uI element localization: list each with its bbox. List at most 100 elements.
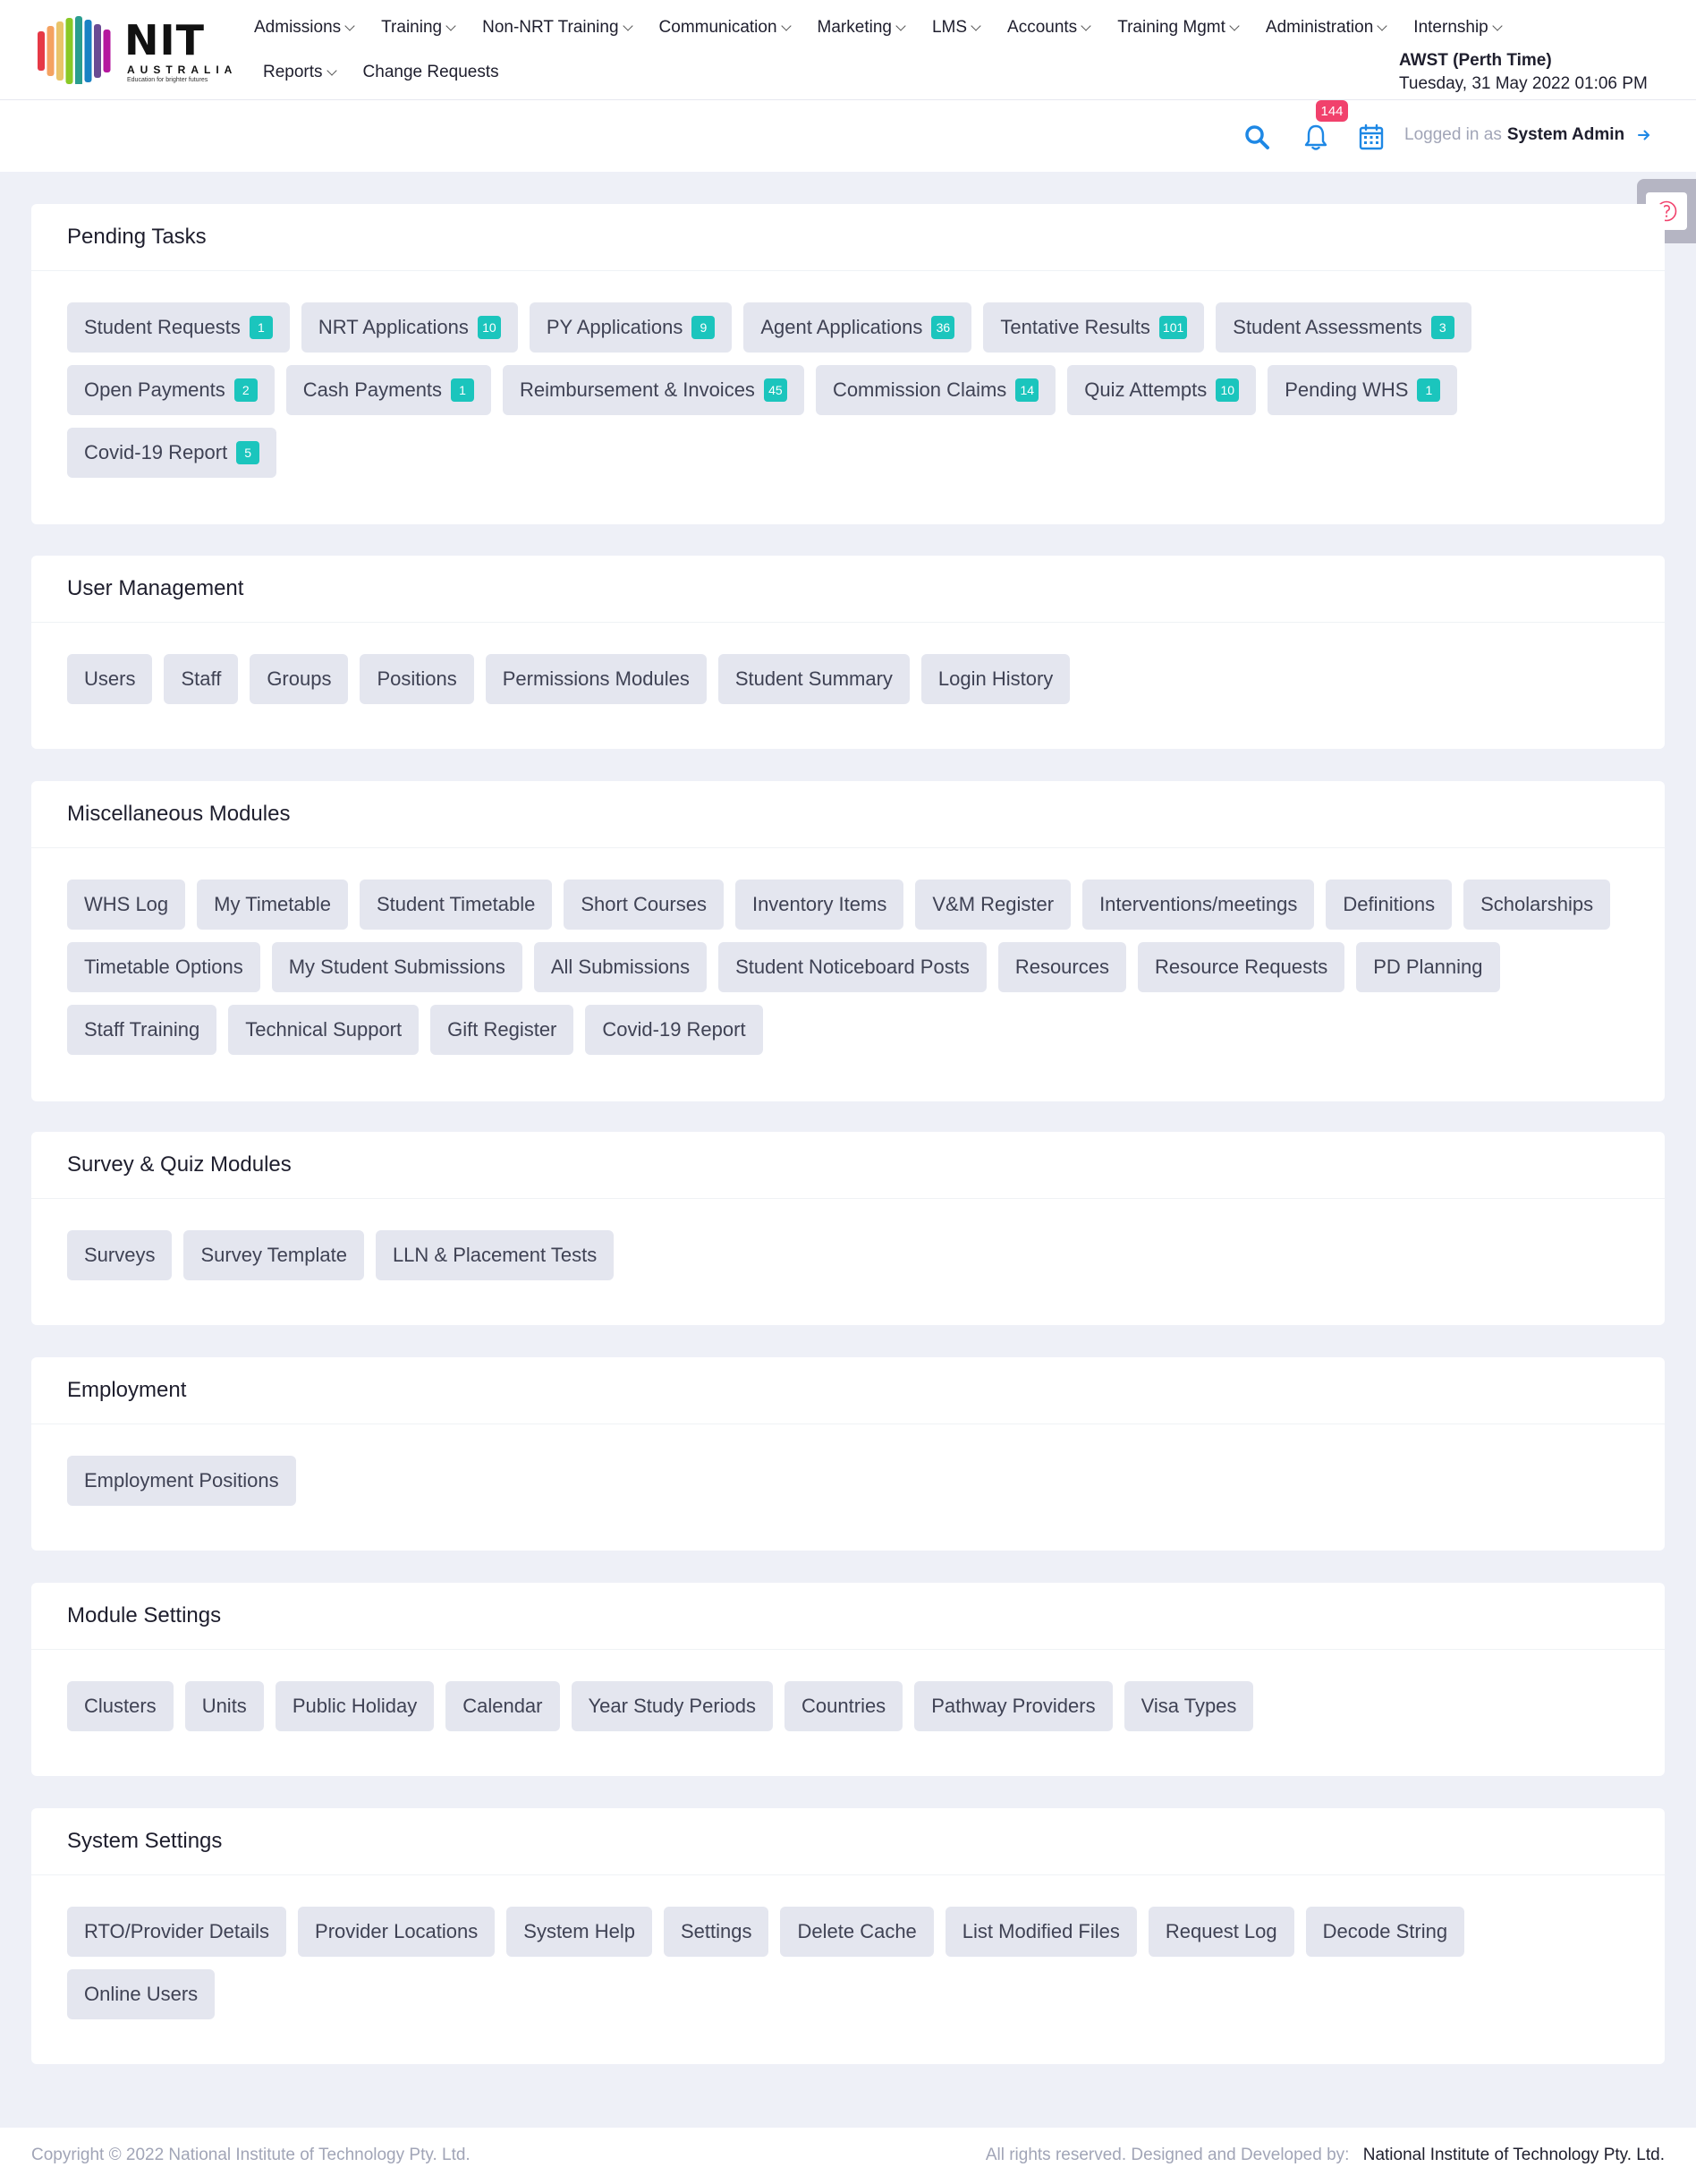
section-links: Surveys Survey Template LLN & Placement Te…: [31, 1199, 1665, 1293]
nav-item-admissions[interactable]: Admissions: [254, 18, 355, 38]
link-resources[interactable]: Resources: [997, 942, 1126, 992]
link-commission-claims[interactable]: Commission Claims 14: [815, 365, 1056, 415]
link-covid-19-report[interactable]: Covid-19 Report: [585, 1005, 763, 1055]
nav-item-training[interactable]: Training: [381, 18, 456, 38]
nav-item-reports[interactable]: Reports: [263, 63, 337, 82]
link-lln-and-placement-tests[interactable]: LLN & Placement Tests: [375, 1230, 615, 1280]
link-resource-requests[interactable]: Resource Requests: [1137, 942, 1345, 992]
nav-item-change-requests[interactable]: Change Requests: [363, 63, 499, 82]
link-interventions-meetings[interactable]: Interventions/meetings: [1082, 880, 1315, 930]
link-nrt-applications[interactable]: NRT Applications 10: [301, 302, 518, 353]
link-employment-positions[interactable]: Employment Positions: [67, 1456, 296, 1506]
link-pd-planning[interactable]: PD Planning: [1356, 942, 1500, 992]
link-my-timetable[interactable]: My Timetable: [197, 880, 348, 930]
link-student-timetable[interactable]: Student Timetable: [359, 880, 553, 930]
link-label: Reimbursement & Invoices: [520, 378, 755, 401]
link-cash-payments[interactable]: Cash Payments 1: [285, 365, 492, 415]
link-label: Resource Requests: [1154, 956, 1328, 978]
link-covid-19-report[interactable]: Covid-19 Report 5: [67, 428, 277, 478]
link-login-history[interactable]: Login History: [920, 654, 1071, 704]
link-label: Scholarships: [1480, 893, 1594, 915]
link-student-noticeboard-posts[interactable]: Student Noticeboard Posts: [718, 942, 987, 992]
notifications-button[interactable]: [1301, 122, 1331, 152]
logo-bar: [38, 31, 45, 71]
link-label: List Modified Files: [962, 1920, 1120, 1942]
link-my-student-submissions[interactable]: My Student Submissions: [271, 942, 522, 992]
link-vandm-register[interactable]: V&M Register: [915, 880, 1072, 930]
count-badge: 5: [236, 441, 260, 464]
link-online-users[interactable]: Online Users: [67, 1969, 216, 2019]
link-groups[interactable]: Groups: [250, 654, 349, 704]
link-pending-whs[interactable]: Pending WHS 1: [1268, 365, 1458, 415]
calendar-icon: [1359, 123, 1384, 150]
nav-item-marketing[interactable]: Marketing: [818, 18, 906, 38]
link-positions[interactable]: Positions: [360, 654, 474, 704]
link-reimbursement-and-invoices[interactable]: Reimbursement & Invoices 45: [503, 365, 804, 415]
link-surveys[interactable]: Surveys: [67, 1230, 173, 1280]
search-button[interactable]: [1242, 122, 1272, 152]
link-rto-provider-details[interactable]: RTO/Provider Details: [67, 1907, 287, 1957]
link-tentative-results[interactable]: Tentative Results 101: [983, 302, 1205, 353]
link-all-submissions[interactable]: All Submissions: [533, 942, 708, 992]
link-scholarships[interactable]: Scholarships: [1463, 880, 1611, 930]
count-badge: 2: [233, 378, 258, 402]
link-staff-training[interactable]: Staff Training: [67, 1005, 217, 1055]
link-definitions[interactable]: Definitions: [1326, 880, 1453, 930]
nav-item-training-mgmt[interactable]: Training Mgmt: [1117, 18, 1240, 38]
link-users[interactable]: Users: [67, 654, 153, 704]
link-agent-applications[interactable]: Agent Applications 36: [743, 302, 972, 353]
link-delete-cache[interactable]: Delete Cache: [780, 1907, 934, 1957]
calendar-button[interactable]: [1356, 122, 1386, 152]
link-list-modified-files[interactable]: List Modified Files: [945, 1907, 1137, 1957]
link-pathway-providers[interactable]: Pathway Providers: [914, 1681, 1113, 1731]
link-clusters[interactable]: Clusters: [67, 1681, 174, 1731]
link-countries[interactable]: Countries: [784, 1681, 903, 1731]
link-calendar[interactable]: Calendar: [445, 1681, 560, 1731]
link-request-log[interactable]: Request Log: [1148, 1907, 1294, 1957]
link-py-applications[interactable]: PY Applications 9: [529, 302, 733, 353]
link-label: Pending WHS: [1285, 378, 1409, 401]
link-staff[interactable]: Staff: [164, 654, 239, 704]
nav-item-non-nrt-training[interactable]: Non-NRT Training: [482, 18, 633, 38]
footer-copyright: Copyright © 2022 National Institute of T…: [31, 2146, 471, 2164]
link-settings[interactable]: Settings: [663, 1907, 769, 1957]
nav-row-primary: Admissions Training Non-NRT Training Commun…: [254, 14, 1569, 41]
link-permissions-modules[interactable]: Permissions Modules: [485, 654, 707, 704]
link-survey-template[interactable]: Survey Template: [183, 1230, 364, 1280]
link-gift-register[interactable]: Gift Register: [430, 1005, 574, 1055]
nav-item-administration[interactable]: Administration: [1266, 18, 1387, 38]
section-title: Module Settings: [67, 1603, 222, 1627]
nav-item-communication[interactable]: Communication: [659, 18, 792, 38]
link-decode-string[interactable]: Decode String: [1305, 1907, 1465, 1957]
chevron-down-icon: [622, 20, 633, 31]
section-pending-tasks: Pending Tasks Student Requests 1 NRT Applic…: [31, 204, 1665, 524]
nav-item-lms[interactable]: LMS: [932, 18, 981, 38]
link-year-study-periods[interactable]: Year Study Periods: [571, 1681, 774, 1731]
link-units[interactable]: Units: [184, 1681, 264, 1731]
link-visa-types[interactable]: Visa Types: [1124, 1681, 1254, 1731]
nav-item-internship[interactable]: Internship: [1413, 18, 1503, 38]
link-label: Commission Claims: [832, 378, 1007, 401]
link-provider-locations[interactable]: Provider Locations: [298, 1907, 496, 1957]
link-system-help[interactable]: System Help: [506, 1907, 652, 1957]
footer-company-link[interactable]: National Institute of Technology Pty. Lt…: [1363, 2146, 1665, 2164]
link-student-requests[interactable]: Student Requests 1: [67, 302, 290, 353]
logo-bar: [56, 21, 64, 81]
link-label: WHS Log: [84, 893, 169, 915]
link-public-holiday[interactable]: Public Holiday: [275, 1681, 435, 1731]
link-timetable-options[interactable]: Timetable Options: [67, 942, 260, 992]
link-student-summary[interactable]: Student Summary: [717, 654, 910, 704]
chevron-down-icon: [344, 20, 355, 31]
link-inventory-items[interactable]: Inventory Items: [734, 880, 904, 930]
link-student-assessments[interactable]: Student Assessments 3: [1216, 302, 1471, 353]
link-technical-support[interactable]: Technical Support: [228, 1005, 420, 1055]
count-badge: 36: [931, 316, 955, 339]
user-menu[interactable]: Logged in as System Admin: [1404, 125, 1651, 145]
link-quiz-attempts[interactable]: Quiz Attempts 10: [1067, 365, 1257, 415]
link-whs-log[interactable]: WHS Log: [67, 880, 186, 930]
link-open-payments[interactable]: Open Payments 2: [67, 365, 275, 415]
nit-logo[interactable]: NIT AUSTRALIA Education for brighter fut…: [34, 13, 232, 86]
link-short-courses[interactable]: Short Courses: [564, 880, 724, 930]
nav-item-accounts[interactable]: Accounts: [1007, 18, 1091, 38]
nav-item-label: Internship: [1413, 18, 1488, 37]
